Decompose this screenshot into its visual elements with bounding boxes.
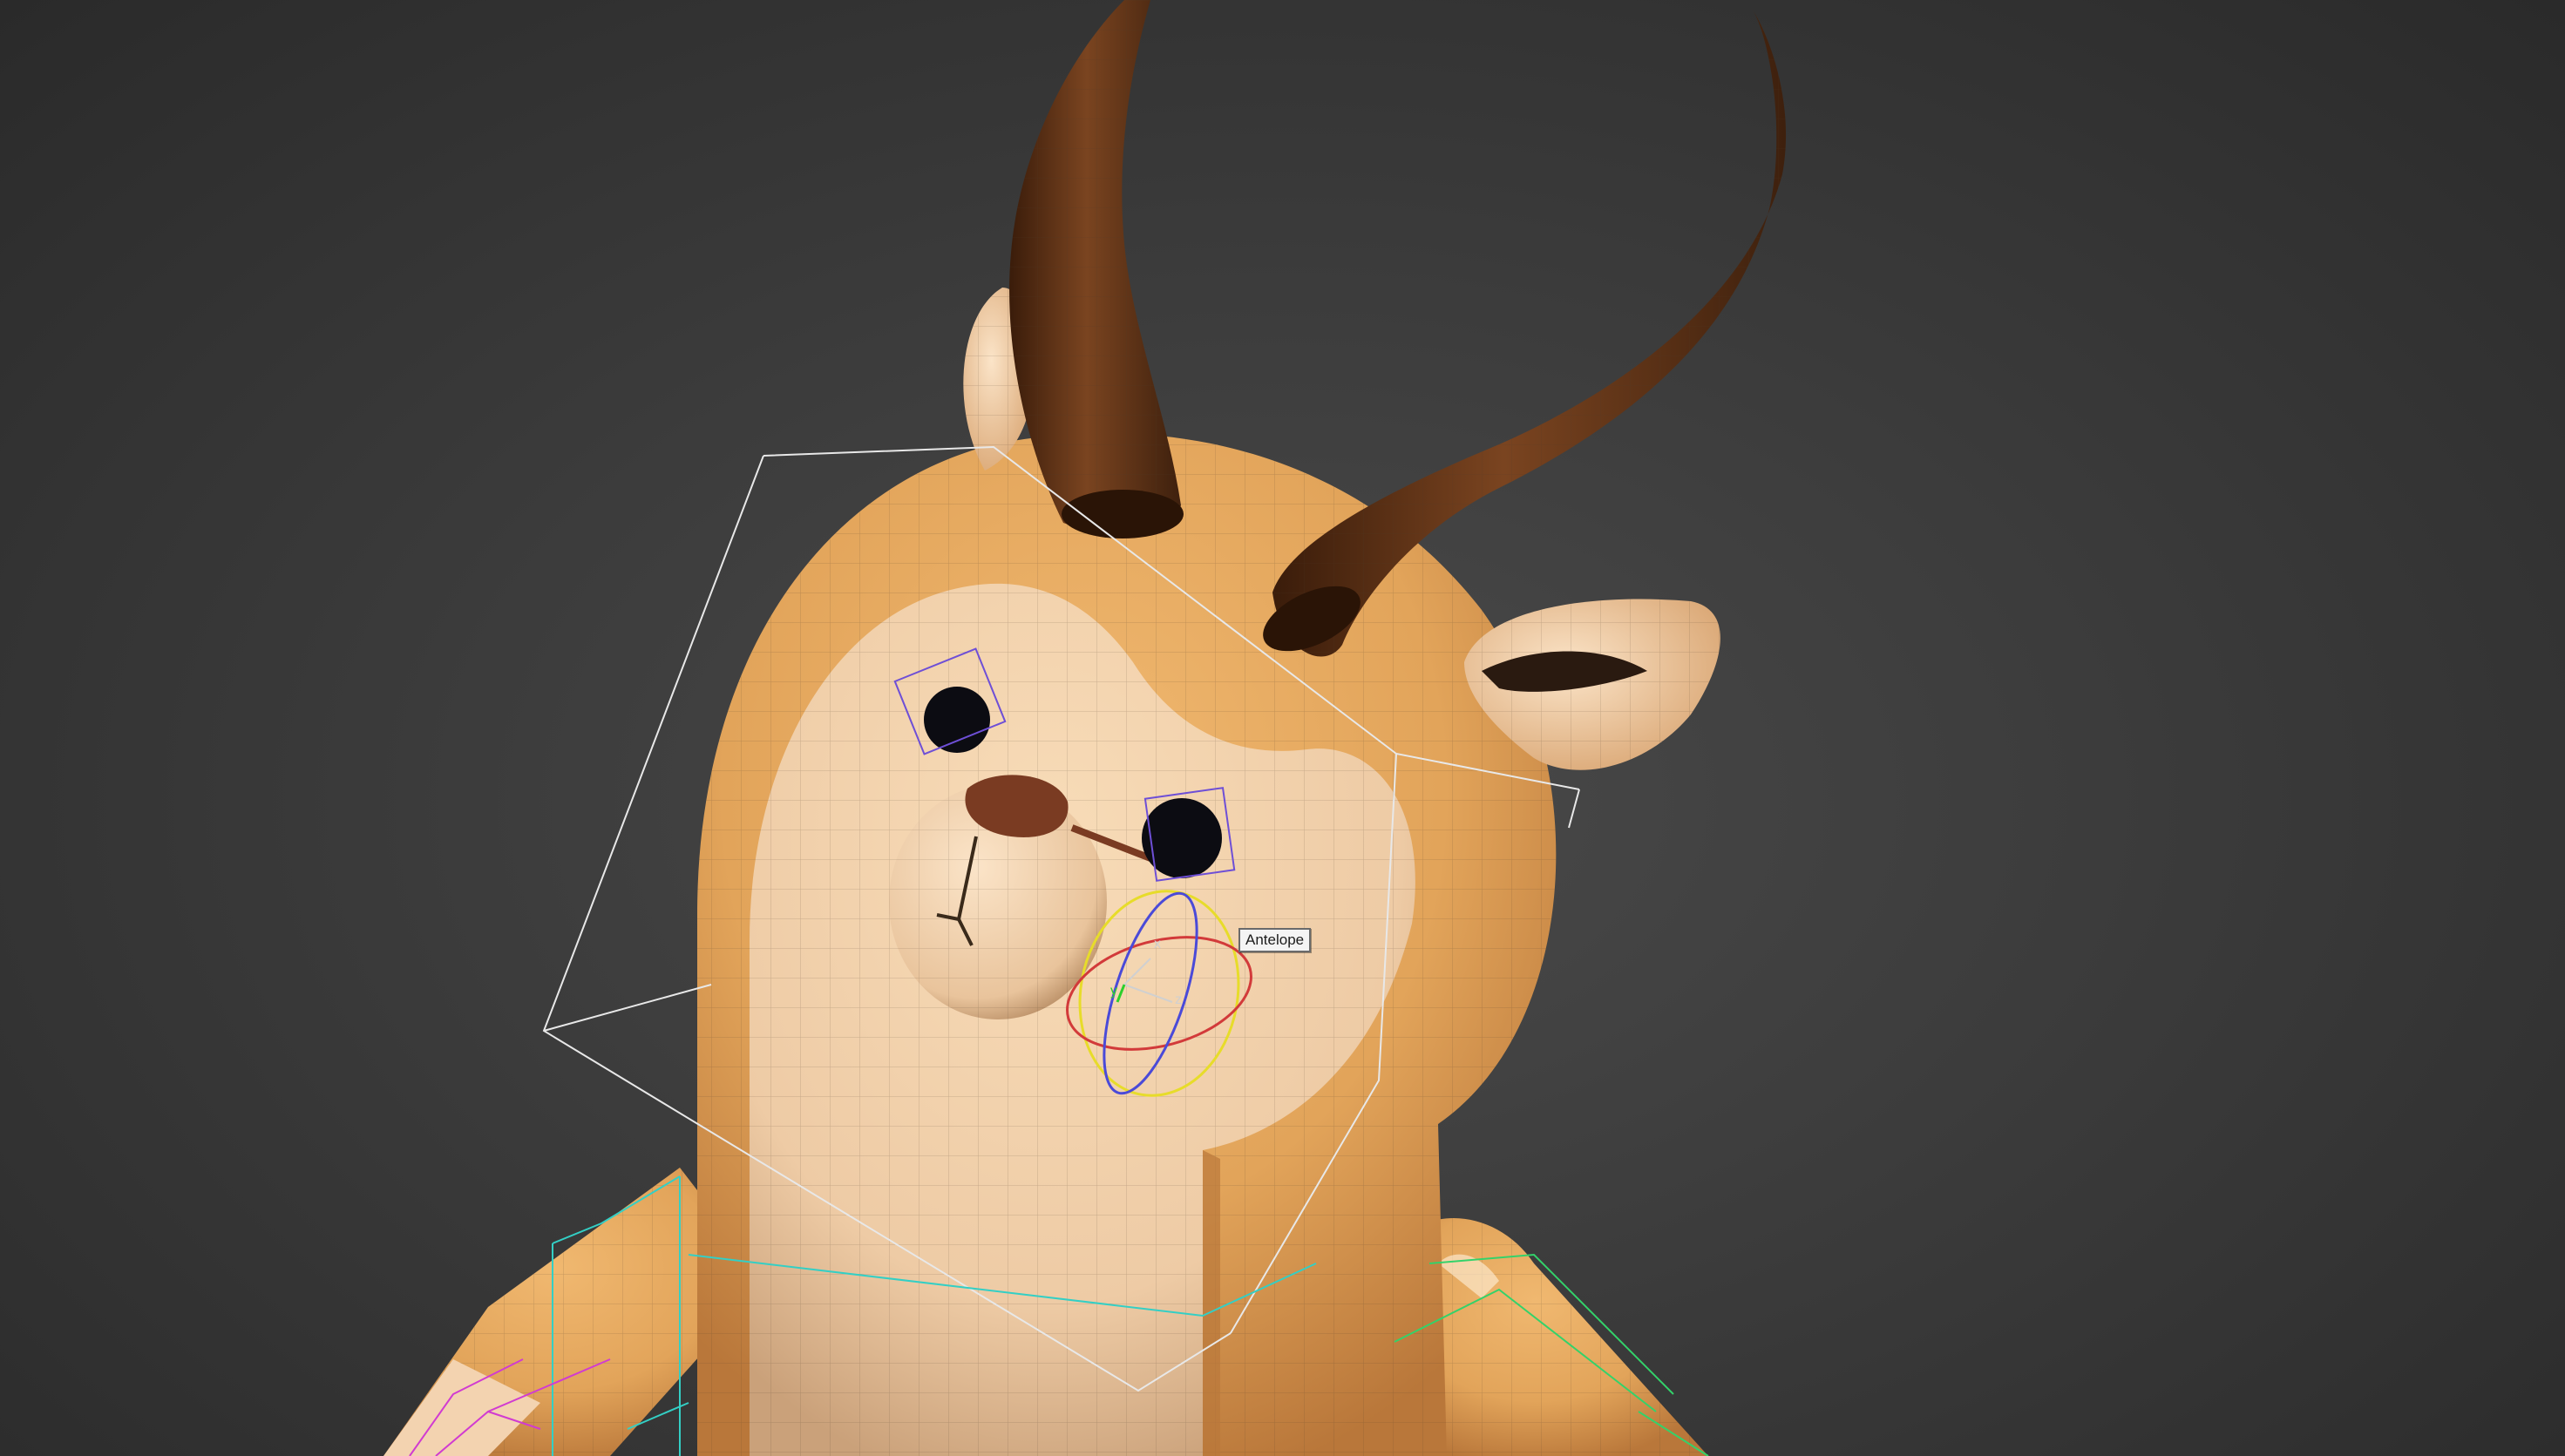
gizmo-x-label: x bbox=[1154, 937, 1161, 951]
antelope-right-horn[interactable] bbox=[1253, 9, 1787, 665]
gizmo-z-label: z bbox=[1175, 992, 1182, 1007]
scene-canvas[interactable]: x y z bbox=[0, 0, 2565, 1456]
object-name-tooltip: Antelope bbox=[1238, 928, 1312, 952]
gizmo-y-label: y bbox=[1110, 984, 1117, 999]
3d-viewport[interactable]: x y z Antelope bbox=[0, 0, 2565, 1456]
